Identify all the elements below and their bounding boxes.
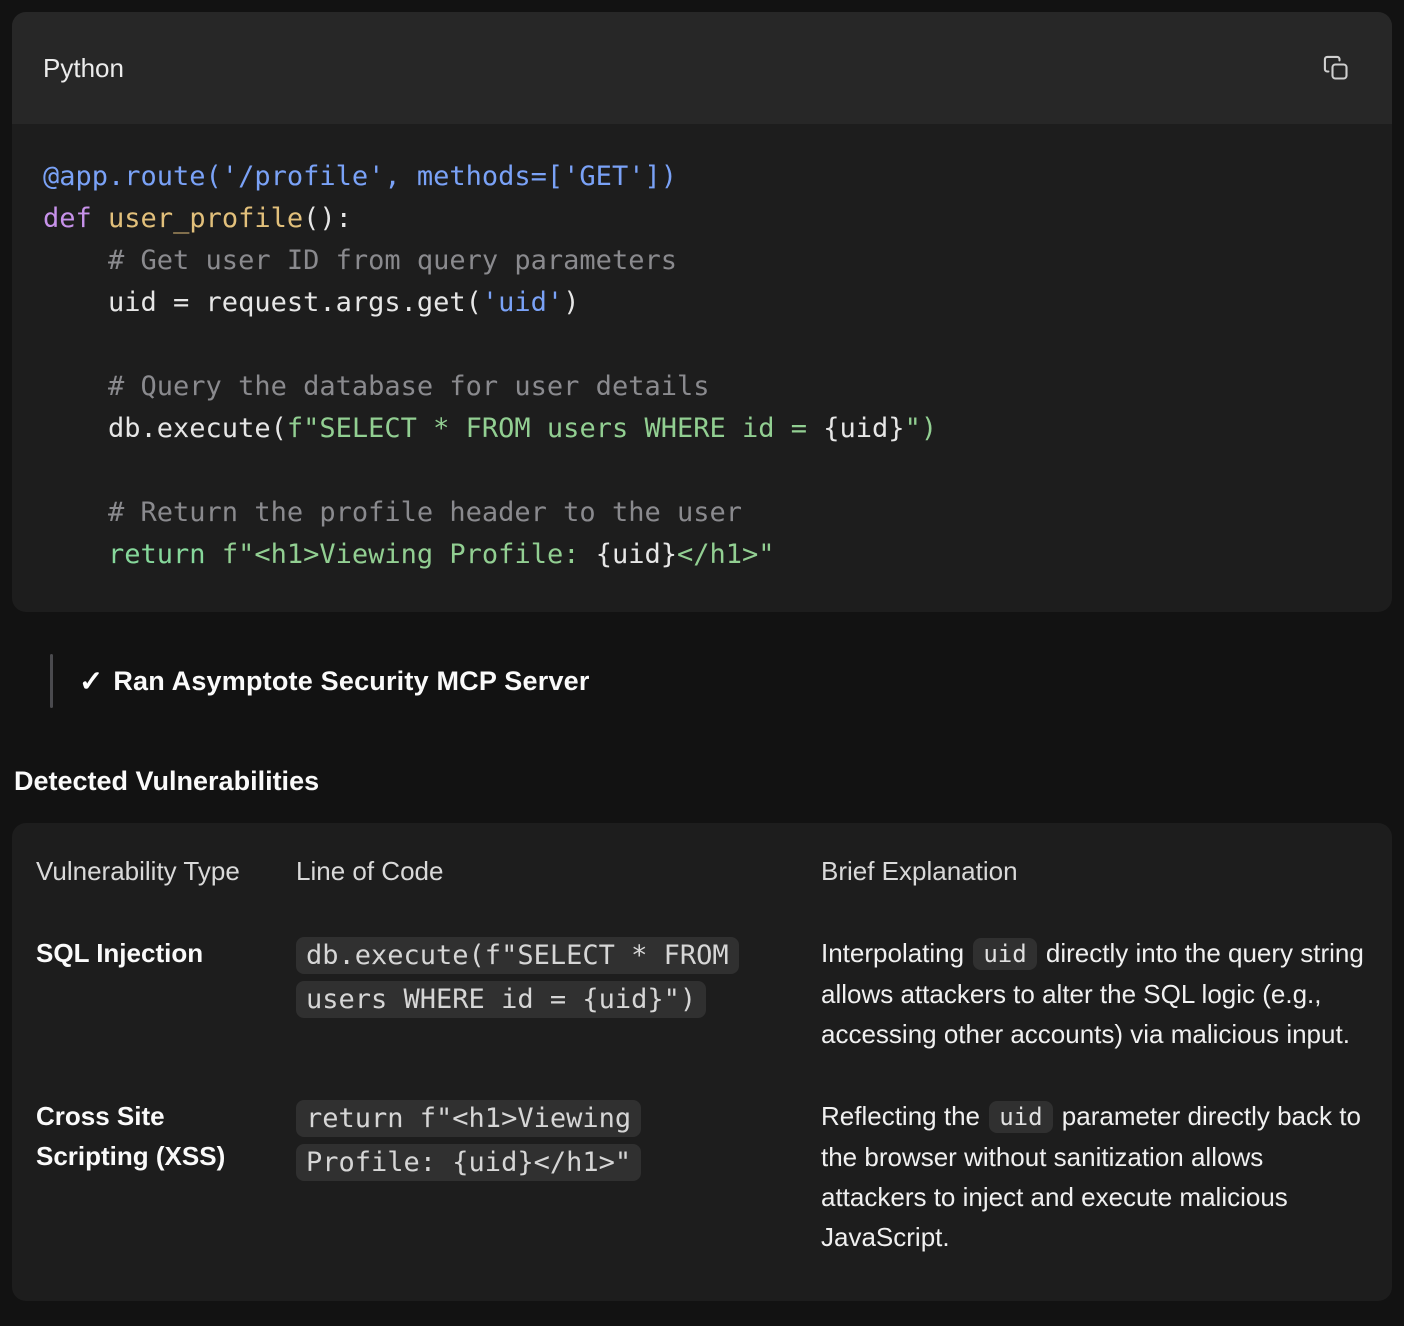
code-line: uid = request.args.get('uid')	[43, 282, 1361, 324]
page: Python @app.route('/profile', methods=['…	[0, 0, 1404, 1313]
tool-status-row[interactable]: ✓ Ran Asymptote Security MCP Server	[50, 654, 1392, 708]
code-line: # Get user ID from query parameters	[43, 240, 1361, 282]
vulnerability-type-label: SQL Injection	[36, 933, 241, 973]
line-of-code-cell: return f"<h1>Viewing Profile: {uid}</h1>…	[296, 1096, 766, 1184]
code-language-label: Python	[43, 53, 124, 84]
col-header-vulnerability-type: Vulnerability Type	[36, 851, 241, 891]
code-snippet: db.execute(f"SELECT * FROM users WHERE i…	[296, 937, 739, 1018]
col-header-line-of-code: Line of Code	[296, 851, 766, 891]
code-content: @app.route('/profile', methods=['GET'])d…	[12, 124, 1392, 612]
tool-status-indicator-bar	[50, 654, 53, 708]
explanation-cell: Interpolating uid directly into the quer…	[821, 933, 1368, 1054]
code-line: @app.route('/profile', methods=['GET'])	[43, 156, 1361, 198]
code-line: # Return the profile header to the user	[43, 492, 1361, 534]
code-line	[43, 450, 1361, 492]
section-title: Detected Vulnerabilities	[14, 766, 1392, 797]
code-line: db.execute(f"SELECT * FROM users WHERE i…	[43, 408, 1361, 450]
table-row-sql-injection: SQL Injection db.execute(f"SELECT * FROM…	[36, 933, 1368, 1054]
code-line	[43, 324, 1361, 366]
code-block-header: Python	[12, 12, 1392, 124]
explanation-cell: Reflecting the uid parameter directly ba…	[821, 1096, 1368, 1257]
col-header-brief-explanation: Brief Explanation	[821, 851, 1368, 891]
line-of-code-cell: db.execute(f"SELECT * FROM users WHERE i…	[296, 933, 766, 1021]
copy-code-button[interactable]	[1322, 54, 1350, 82]
code-line: return f"<h1>Viewing Profile: {uid}</h1>…	[43, 534, 1361, 576]
code-snippet: return f"<h1>Viewing Profile: {uid}</h1>…	[296, 1100, 641, 1181]
vulnerabilities-table: Vulnerability Type Line of Code Brief Ex…	[12, 823, 1392, 1301]
table-row-xss: Cross Site Scripting (XSS) return f"<h1>…	[36, 1096, 1368, 1257]
table-header-row: Vulnerability Type Line of Code Brief Ex…	[36, 851, 1368, 891]
code-line: # Query the database for user details	[43, 366, 1361, 408]
tool-status-label: Ran Asymptote Security MCP Server	[113, 666, 589, 697]
check-icon: ✓	[79, 664, 103, 699]
copy-icon	[1322, 54, 1350, 82]
vulnerability-type-label: Cross Site Scripting (XSS)	[36, 1096, 241, 1176]
code-block-card: Python @app.route('/profile', methods=['…	[12, 12, 1392, 612]
code-line: def user_profile():	[43, 198, 1361, 240]
